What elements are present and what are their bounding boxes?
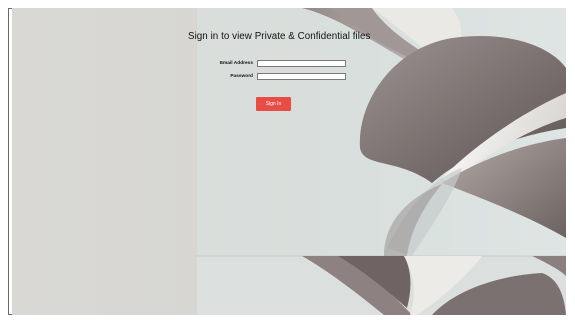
password-label: Password	[230, 74, 253, 79]
sign-in-page: Sign in to view Private & Confidential f…	[12, 8, 566, 315]
abstract-background	[12, 8, 566, 315]
email-address-label: Email Address	[219, 61, 253, 66]
email-address-input[interactable]	[257, 60, 346, 67]
password-input[interactable]	[257, 73, 346, 80]
page-heading: Sign in to view Private & Confidential f…	[188, 31, 371, 42]
sign-in-button[interactable]: Sign In	[256, 97, 291, 111]
